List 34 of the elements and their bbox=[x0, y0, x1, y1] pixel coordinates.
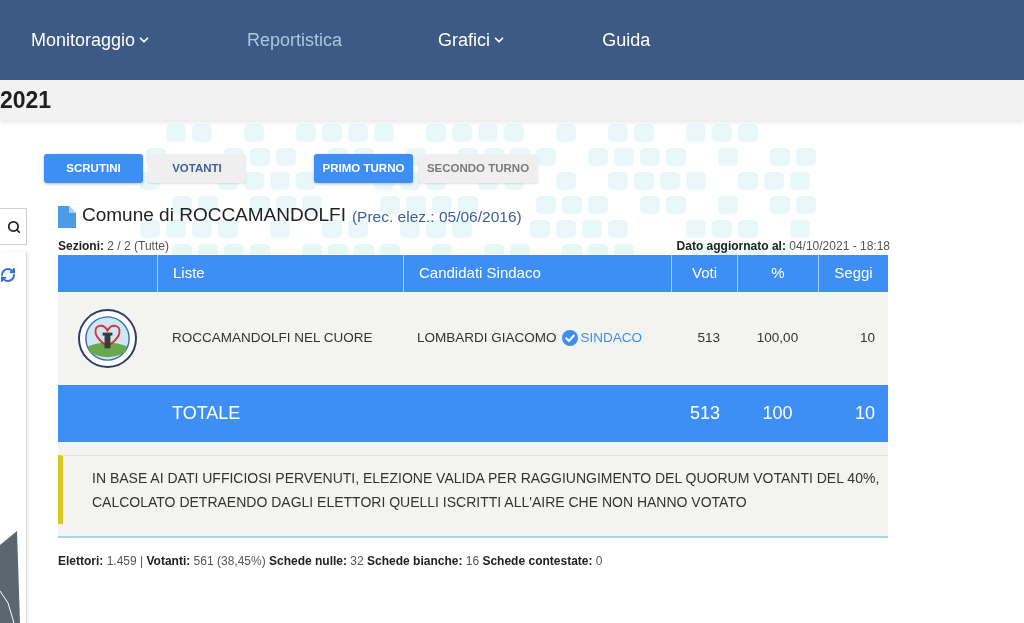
nav-link[interactable]: Grafici bbox=[438, 26, 507, 54]
toggle-button[interactable]: PRIMO TURNO bbox=[314, 154, 413, 183]
total-cell-text: 10 bbox=[854, 401, 875, 425]
column-header: Seggi bbox=[818, 254, 888, 292]
page-title: 2021 bbox=[0, 85, 52, 115]
table-cell-text: LOMBARDI GIACOMO bbox=[417, 328, 557, 347]
elected-label: SINDACO bbox=[580, 328, 643, 347]
table-cell-text: 10 bbox=[859, 328, 875, 347]
total-cell-text: 100 bbox=[762, 401, 793, 425]
table-cell-text: ROCCAMANDOLFI NEL CUORE bbox=[172, 328, 373, 347]
nav-link[interactable]: Reportistica bbox=[247, 26, 343, 54]
sections-count: Sezioni: 2 / 2 (Tutte) bbox=[58, 238, 169, 253]
last-update: Dato aggiornato al: 04/10/2021 - 18:18 bbox=[676, 238, 890, 253]
search-button[interactable] bbox=[0, 208, 27, 245]
column-header: Liste bbox=[157, 254, 403, 292]
total-cell-text: 513 bbox=[689, 401, 720, 425]
voter-statistics: Elettori: 1.459 | Votanti: 561 (38,45%) Schede nulle: 32 Schede bianche: 16 Schede contestate: 0 bbox=[58, 552, 604, 570]
search-icon bbox=[7, 219, 21, 234]
nav-link[interactable]: Monitoraggio bbox=[31, 26, 152, 54]
quorum-notice: IN BASE AI DATI UFFICIOSI PERVENUTI, ELEZIONE VALIDA PER RAGGIUNGIMENTO DEL QUORUM VOTANTI DEL 40%, CALCOLATO DETRAENDO DAGLI ELETTORI QUELLI ISCRITTI ALL'AIRE CHE NON HANNO VOTATO bbox=[92, 468, 881, 512]
nav-link[interactable]: Guida bbox=[602, 26, 651, 54]
total-label: TOTALE bbox=[172, 401, 241, 425]
municipality-title: Comune di ROCCAMANDOLFI bbox=[82, 203, 346, 227]
party-logo bbox=[78, 308, 137, 368]
refresh-icon[interactable] bbox=[0, 267, 16, 283]
document-icon bbox=[58, 205, 76, 228]
column-header: Candidati Sindaco bbox=[403, 254, 671, 292]
column-header: % bbox=[737, 254, 818, 292]
table-cell-text: 513 bbox=[697, 328, 720, 347]
previous-election-date: (Prec. elez.: 05/06/2016) bbox=[351, 207, 522, 228]
column-header: Voti bbox=[671, 254, 737, 292]
table-cell-text: 100,00 bbox=[756, 328, 799, 347]
toggle-button[interactable]: VOTANTI bbox=[148, 154, 246, 183]
toggle-button[interactable]: SCRUTINI bbox=[44, 154, 143, 183]
